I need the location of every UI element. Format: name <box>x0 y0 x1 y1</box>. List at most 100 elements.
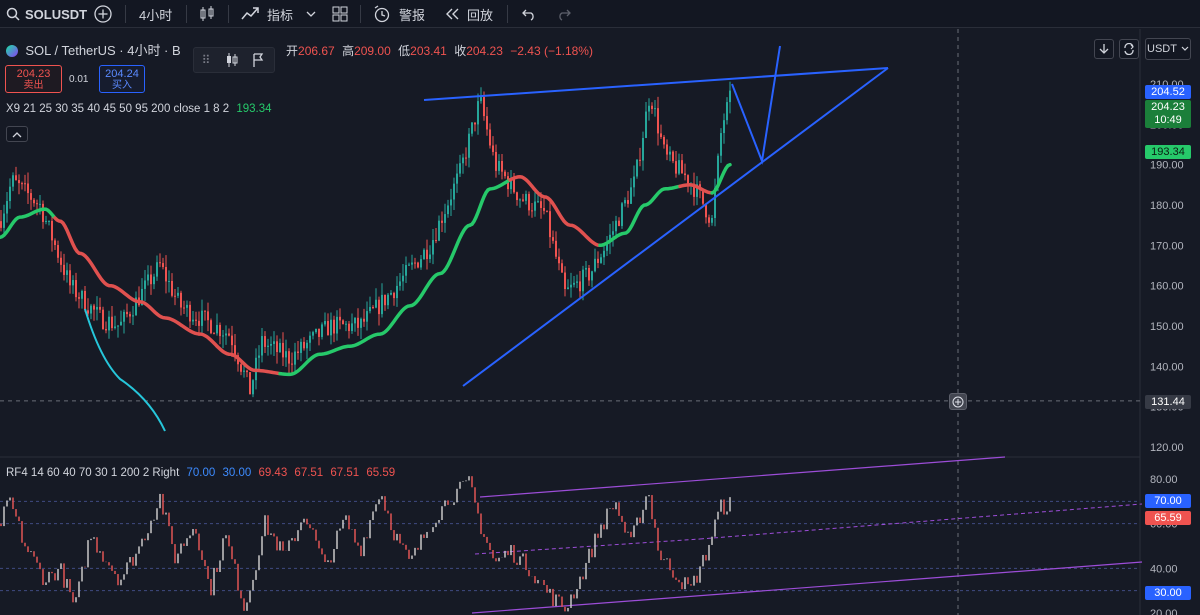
redo-icon <box>559 9 571 21</box>
candle-body <box>300 341 302 353</box>
candle-body <box>615 220 617 232</box>
candle-body <box>384 294 386 306</box>
chevron-down-icon <box>306 11 316 17</box>
rsi-30-tag: 30.00 <box>1145 586 1191 600</box>
legend-tools[interactable]: ⠿ <box>193 47 275 73</box>
rsi-v5: 67.51 <box>330 467 360 479</box>
rsi-channel-mid <box>699 503 1143 540</box>
candle-body <box>291 363 293 365</box>
candle-body <box>396 285 398 299</box>
symbol-search[interactable]: SOLUSDT <box>6 0 87 28</box>
candle-body <box>471 122 473 134</box>
compare-button[interactable] <box>94 0 112 28</box>
currency-select[interactable]: USDT <box>1145 38 1191 60</box>
symbol-label: SOLUSDT <box>25 6 88 22</box>
candle-body <box>54 240 56 246</box>
chart-type-button[interactable] <box>198 0 216 28</box>
candle-body <box>450 199 452 206</box>
layout-button[interactable] <box>331 0 349 28</box>
candles-style-icon[interactable] <box>224 52 240 68</box>
candle-body <box>156 262 158 277</box>
candle-body <box>174 295 176 297</box>
candle-body <box>204 310 206 312</box>
interval-label: 4小时 <box>139 7 173 23</box>
undo-button[interactable] <box>521 0 537 28</box>
candle-body <box>546 210 548 212</box>
candle-body <box>555 240 557 257</box>
candle-body <box>657 108 659 134</box>
candle-body <box>114 326 116 329</box>
buy-button[interactable]: 204.24 买入 <box>99 65 145 93</box>
candle-body <box>351 323 353 332</box>
candle-body <box>168 280 170 282</box>
redo-button[interactable] <box>556 0 572 28</box>
change-value: −2.43 (−1.18%) <box>510 44 593 58</box>
candle-body <box>540 201 542 208</box>
flag-icon[interactable] <box>250 52 266 68</box>
alerts-button[interactable]: 警报 <box>373 0 425 28</box>
candle-body <box>531 210 533 212</box>
chart-area[interactable]: 210.00200.00190.00180.00170.00160.00150.… <box>0 29 1200 615</box>
candle-body <box>711 218 713 223</box>
candle-body <box>378 299 380 315</box>
candle-body <box>576 281 578 283</box>
candle-body <box>372 307 374 309</box>
candle-body <box>453 183 455 200</box>
candle-body <box>618 220 620 226</box>
candle-body <box>522 199 524 201</box>
candle-body <box>603 250 605 258</box>
candle-body <box>72 280 74 286</box>
high-label: 高 <box>342 44 355 58</box>
candle-body <box>183 307 185 309</box>
ma-line-segment <box>53 216 281 376</box>
collapse-legend-button[interactable] <box>6 126 28 142</box>
chevron-up-icon <box>12 131 22 137</box>
rsi-70-tag: 70.00 <box>1145 494 1191 508</box>
candle-body <box>435 240 437 242</box>
price-candles <box>0 81 731 398</box>
chart-canvas[interactable]: 210.00200.00190.00180.00170.00160.00150.… <box>0 29 1200 615</box>
add-circle-icon <box>94 5 112 23</box>
candle-body <box>402 275 404 282</box>
candle-body <box>459 163 461 174</box>
candle-body <box>201 310 203 326</box>
scroll-down-button[interactable] <box>1094 39 1114 59</box>
candle-body <box>105 329 107 331</box>
chevron-down-icon <box>1181 46 1189 51</box>
replay-button[interactable]: 回放 <box>444 0 493 28</box>
reset-chart-button[interactable] <box>1119 39 1139 59</box>
candle-body <box>294 351 296 365</box>
candle-body <box>516 192 518 201</box>
candle-body <box>27 183 29 194</box>
candle-body <box>474 122 476 125</box>
candle-body <box>708 217 710 223</box>
candle-body <box>216 324 218 334</box>
alerts-label: 警报 <box>399 7 426 23</box>
candle-body <box>324 321 326 325</box>
candle-body <box>333 319 335 334</box>
candle-body <box>132 315 134 317</box>
candle-body <box>495 151 497 171</box>
plus-circle-icon <box>952 396 964 407</box>
rsi-value-tag: 65.59 <box>1145 511 1191 525</box>
candle-body <box>534 201 536 211</box>
price-tick-label: 170.00 <box>1150 240 1184 252</box>
candle-body <box>39 203 41 205</box>
ma-price-tag: 193.34 <box>1145 145 1191 159</box>
top-toolbar: SOLUSDT 4小时 指标 警报 回放 <box>0 0 1200 28</box>
interval-button[interactable]: 4小时 <box>139 0 172 28</box>
candle-body <box>171 280 173 296</box>
indicators-dropdown[interactable] <box>306 0 316 28</box>
ohlc-legend: 开206.67 高209.00 低203.41 收204.23 −2.43 (−… <box>286 42 593 59</box>
candle-body <box>51 220 53 241</box>
trend-drawings <box>423 45 889 387</box>
sell-button[interactable]: 204.23 卖出 <box>5 65 62 93</box>
candle-body <box>669 151 671 155</box>
currency-label: USDT <box>1147 43 1177 55</box>
candle-body <box>654 108 656 110</box>
crosshair-add-button[interactable] <box>949 393 967 410</box>
candle-body <box>588 267 590 281</box>
indicators-button[interactable]: 指标 <box>241 0 293 28</box>
ma-value: 193.34 <box>236 103 272 115</box>
drag-handle-icon[interactable]: ⠿ <box>202 53 211 67</box>
